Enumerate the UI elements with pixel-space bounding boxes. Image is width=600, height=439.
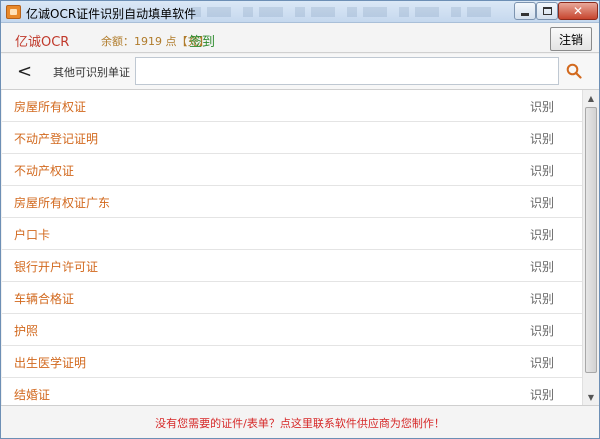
list-item[interactable]: 户口卡 识别 <box>2 218 582 250</box>
app-logo-icon <box>6 5 21 19</box>
minimize-button[interactable] <box>514 2 536 20</box>
list-item[interactable]: 护照 识别 <box>2 314 582 346</box>
list-item[interactable]: 结婚证 识别 <box>2 378 582 405</box>
close-button[interactable]: ✕ <box>558 2 598 20</box>
scroll-thumb[interactable] <box>585 107 597 373</box>
recognize-button[interactable]: 识别 <box>530 162 554 179</box>
document-type-list: 房屋所有权证 识别 不动产登记证明 识别 不动产权证 识别 房屋所有权证广东 识别 户口卡 识别银… <box>2 90 582 405</box>
title-bar[interactable]: 亿诚OCR证件识别自动填单软件 ✕ <box>1 1 599 23</box>
minimize-icon <box>521 12 529 16</box>
search-label: 其他可识别单证 <box>53 66 130 79</box>
document-type-name: 护照 <box>14 324 39 338</box>
maximize-icon <box>542 7 552 15</box>
document-type-name: 出生医学证明 <box>14 356 87 370</box>
account-header: 亿诚OCR 余额：1919 点【充】 签到 注销 <box>1 23 599 53</box>
recognize-button[interactable]: 识别 <box>530 258 554 275</box>
recognize-button[interactable]: 识别 <box>530 290 554 307</box>
list-item[interactable]: 银行开户许可证 识别 <box>2 250 582 282</box>
checkin-link[interactable]: 签到 <box>189 31 215 50</box>
title-bar-watermark <box>191 7 501 17</box>
document-type-name: 户口卡 <box>14 228 51 242</box>
list-item[interactable]: 房屋所有权证 识别 <box>2 90 582 122</box>
recognize-button[interactable]: 识别 <box>530 226 554 243</box>
list-item[interactable]: 车辆合格证 识别 <box>2 282 582 314</box>
search-input[interactable] <box>135 57 559 85</box>
maximize-button[interactable] <box>536 2 558 20</box>
scroll-down-icon[interactable]: ▼ <box>583 389 599 405</box>
list-item[interactable]: 出生医学证明 识别 <box>2 346 582 378</box>
recognize-button[interactable]: 识别 <box>530 194 554 211</box>
recognize-button[interactable]: 识别 <box>530 98 554 115</box>
back-arrow-icon[interactable]: < <box>17 61 32 82</box>
brand-name: 亿诚OCR <box>15 35 70 50</box>
document-type-name: 结婚证 <box>14 388 51 402</box>
recognize-button[interactable]: 识别 <box>530 130 554 147</box>
list-scrollbar[interactable]: ▲ ▼ <box>582 90 599 405</box>
document-type-name: 房屋所有权证广东 <box>14 196 111 210</box>
search-bar: < 其他可识别单证 <box>1 54 599 90</box>
document-type-name: 不动产权证 <box>14 164 75 178</box>
document-type-name: 银行开户许可证 <box>14 260 99 274</box>
app-window: 亿诚OCR证件识别自动填单软件 ✕ 亿诚OCR 余额：1919 点【充】 签到 … <box>0 0 600 439</box>
recognize-button[interactable]: 识别 <box>530 322 554 339</box>
search-icon[interactable] <box>566 63 582 79</box>
document-type-name: 车辆合格证 <box>14 292 75 306</box>
document-type-name: 房屋所有权证 <box>14 100 87 114</box>
logout-button[interactable]: 注销 <box>550 27 592 51</box>
list-item[interactable]: 不动产登记证明 识别 <box>2 122 582 154</box>
document-type-name: 不动产登记证明 <box>14 132 99 146</box>
contact-vendor-link[interactable]: 没有您需要的证件/表单？点这里联系软件供应商为您制作！ <box>1 415 599 431</box>
recognize-button[interactable]: 识别 <box>530 386 554 403</box>
list-item[interactable]: 不动产权证 识别 <box>2 154 582 186</box>
window-title: 亿诚OCR证件识别自动填单软件 <box>26 7 197 21</box>
recognize-button[interactable]: 识别 <box>530 354 554 371</box>
close-icon: ✕ <box>572 4 584 18</box>
scroll-up-icon[interactable]: ▲ <box>583 90 599 106</box>
footer: 没有您需要的证件/表单？点这里联系软件供应商为您制作！ <box>1 405 599 438</box>
list-item[interactable]: 房屋所有权证广东 识别 <box>2 186 582 218</box>
